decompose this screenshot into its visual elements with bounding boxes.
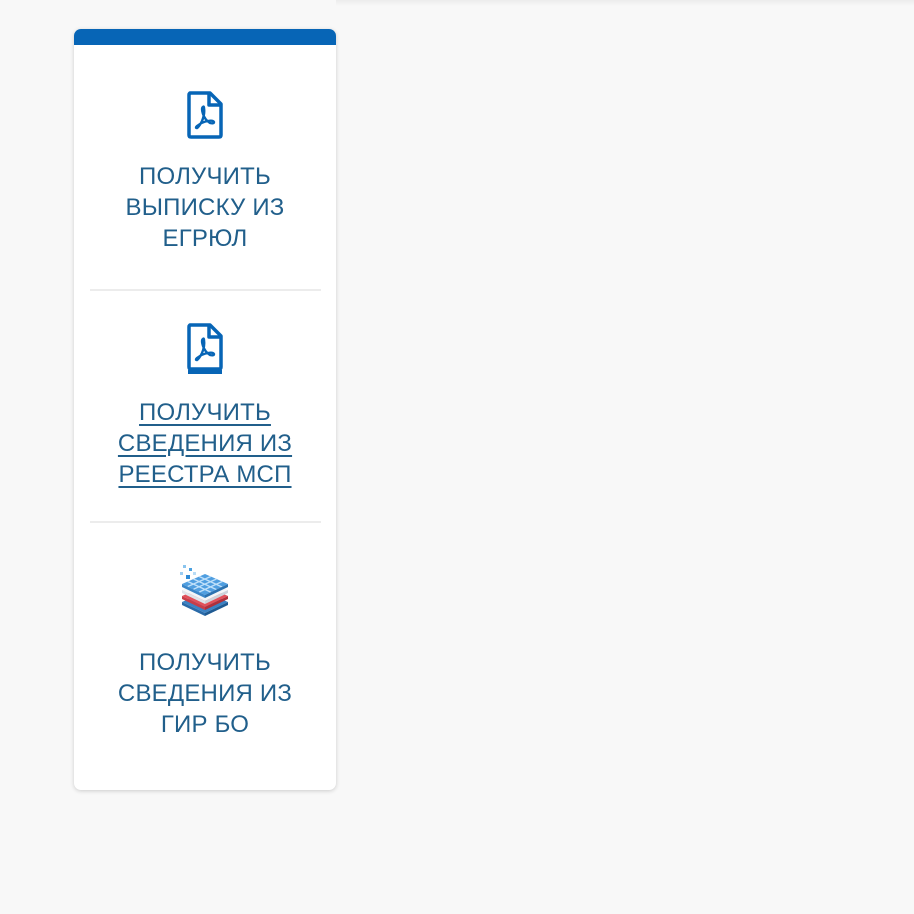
service-girbo[interactable]: ПОЛУЧИТЬ СВЕДЕНИЯ ИЗ ГИР БО (74, 563, 336, 740)
service-egrul-extract[interactable]: ПОЛУЧИТЬ ВЫПИСКУ ИЗ ЕГРЮЛ (74, 91, 336, 254)
service-egrul-label[interactable]: ПОЛУЧИТЬ ВЫПИСКУ ИЗ ЕГРЮЛ (105, 161, 305, 254)
top-shadow (336, 0, 914, 6)
pdf-file-icon (187, 323, 223, 374)
data-layers-icon (180, 565, 228, 616)
card-accent-bar (74, 29, 336, 45)
divider (90, 521, 321, 523)
divider (90, 289, 321, 291)
service-girbo-label[interactable]: ПОЛУЧИТЬ СВЕДЕНИЯ ИЗ ГИР БО (105, 647, 305, 740)
service-msp-registry[interactable]: ПОЛУЧИТЬ СВЕДЕНИЯ ИЗ РЕЕСТРА МСП (74, 323, 336, 490)
pdf-file-icon (187, 91, 223, 139)
service-msp-label[interactable]: ПОЛУЧИТЬ СВЕДЕНИЯ ИЗ РЕЕСТРА МСП (105, 397, 305, 490)
services-card: ПОЛУЧИТЬ ВЫПИСКУ ИЗ ЕГРЮЛ ПОЛУЧИТЬ СВЕДЕ… (74, 29, 336, 790)
